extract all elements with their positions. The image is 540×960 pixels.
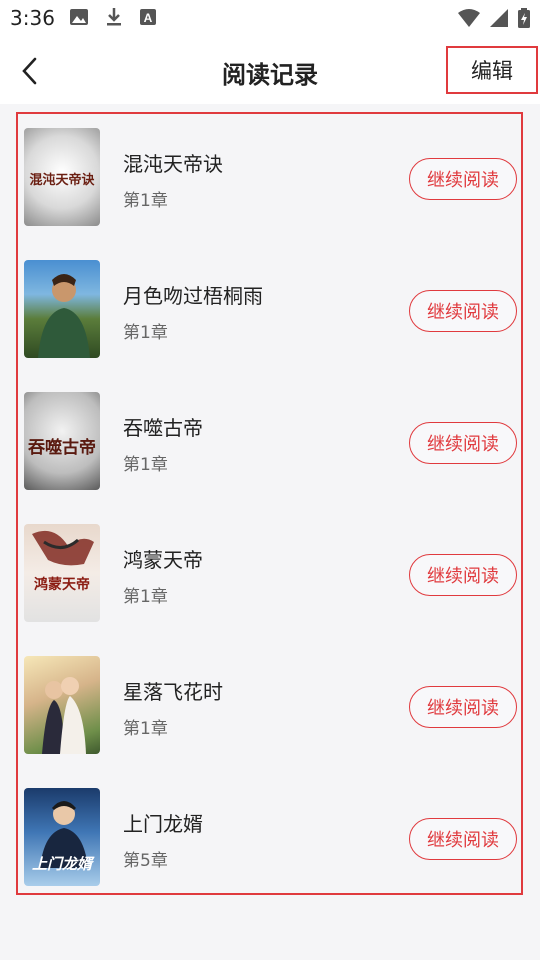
cover-figure [32,530,94,566]
continue-reading-button[interactable]: 继续阅读 [409,290,517,332]
continue-reading-button[interactable]: 继续阅读 [409,554,517,596]
cover-title-art: 吞噬古帝 [28,438,96,458]
book-chapter: 第1章 [123,323,168,343]
book-cover[interactable] [24,260,100,358]
continue-reading-button[interactable]: 继续阅读 [409,422,517,464]
cover-title-art: 上门龙婿 [31,855,92,873]
book-cover[interactable] [24,656,100,754]
edit-button[interactable]: 编辑 [446,46,538,94]
cover-title-art: 混沌天帝诀 [29,173,95,188]
book-chapter: 第1章 [123,191,168,211]
status-time: 3:36 [10,6,55,30]
book-title[interactable]: 混沌天帝诀 [123,148,223,177]
book-title[interactable]: 星落飞花时 [123,676,223,705]
book-cover[interactable]: 混沌天帝诀 [24,128,100,226]
book-cover[interactable]: 鸿蒙天帝 [24,524,100,622]
header: 阅读记录 编辑 [0,36,540,104]
book-title[interactable]: 吞噬古帝 [123,412,203,441]
list-item[interactable]: 星落飞花时 第1章 继续阅读 [18,642,521,774]
book-chapter: 第1章 [123,719,168,739]
status-icons-left: A [70,8,156,26]
book-title[interactable]: 月色吻过梧桐雨 [123,280,263,309]
continue-reading-button[interactable]: 继续阅读 [409,686,517,728]
continue-reading-button[interactable]: 继续阅读 [409,158,517,200]
book-chapter: 第1章 [123,587,168,607]
signal-icon [490,9,508,27]
book-cover[interactable]: 吞噬古帝 [24,392,100,490]
list-item[interactable]: 鸿蒙天帝 鸿蒙天帝 第1章 继续阅读 [18,510,521,642]
list-item[interactable]: 上门龙婿 上门龙婿 第5章 继续阅读 [18,774,521,906]
list-item[interactable]: 吞噬古帝 吞噬古帝 第1章 继续阅读 [18,378,521,510]
cover-figure [42,677,86,754]
continue-reading-button[interactable]: 继续阅读 [409,818,517,860]
list-item[interactable]: 混沌天帝诀 混沌天帝诀 第1章 继续阅读 [18,114,521,246]
cover-title-art: 鸿蒙天帝 [34,577,90,593]
status-bar: 3:36 A [0,0,540,36]
book-chapter: 第5章 [123,851,168,871]
list-item[interactable]: 月色吻过梧桐雨 第1章 继续阅读 [18,246,521,378]
image-icon [70,9,88,25]
book-chapter: 第1章 [123,455,168,475]
book-cover[interactable]: 上门龙婿 [24,788,100,886]
a-box-icon: A [140,9,156,25]
cover-figure [38,274,90,358]
svg-text:A: A [144,11,153,25]
battery-icon [518,8,530,28]
download-icon [107,8,121,26]
book-title[interactable]: 鸿蒙天帝 [123,544,203,573]
reading-history-list: 混沌天帝诀 混沌天帝诀 第1章 继续阅读 月色吻过梧桐雨 第1章 继续阅读 吞噬… [16,112,523,895]
wifi-icon [458,9,480,27]
book-title[interactable]: 上门龙婿 [123,808,203,837]
status-icons-right [458,8,530,28]
